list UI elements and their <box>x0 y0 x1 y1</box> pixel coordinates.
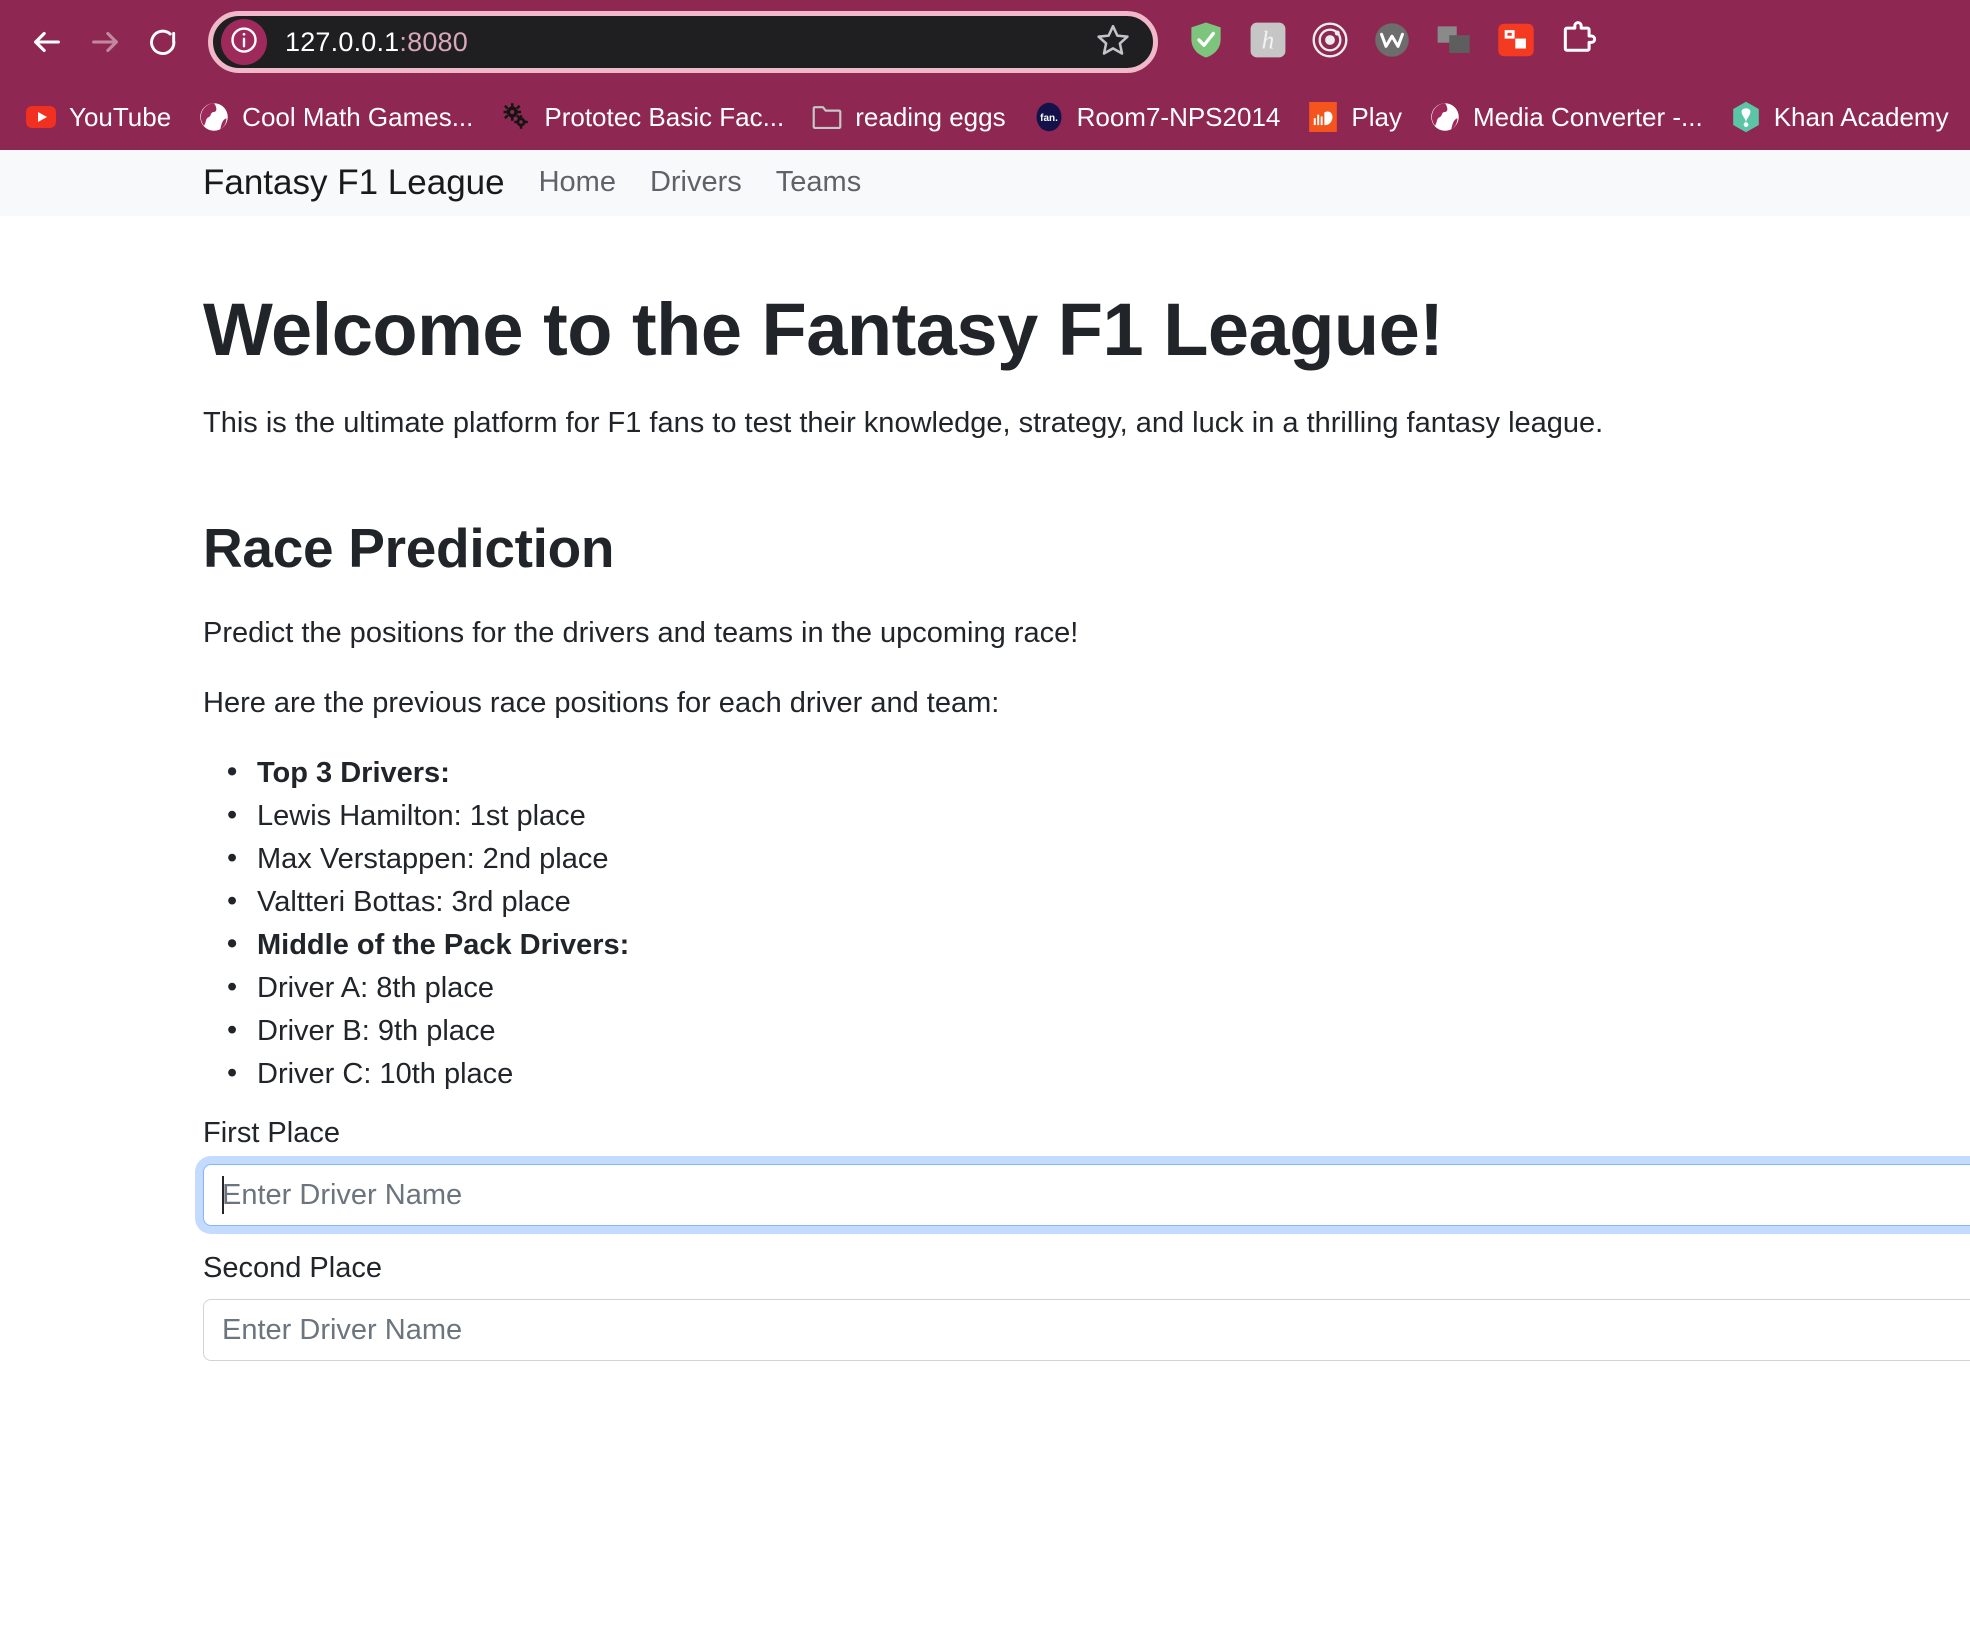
bookmark-label: Play <box>1351 101 1402 132</box>
honey-extension-button[interactable]: h <box>1248 22 1288 62</box>
list-item: Driver A: 8th place <box>227 971 1970 1005</box>
youtube-icon <box>26 102 56 132</box>
forward-arrow-icon <box>88 25 122 59</box>
globe-icon <box>1430 102 1460 132</box>
bookmark-khan-academy[interactable]: Khan Academy <box>1717 96 1963 139</box>
section-title-race-prediction: Race Prediction <box>203 517 615 580</box>
url-host: 127.0.0.1 <box>285 26 400 57</box>
list-item: Lewis Hamilton: 1st place <box>227 799 1970 833</box>
first-place-input[interactable] <box>203 1164 1970 1227</box>
nav-link-home[interactable]: Home <box>539 166 616 199</box>
address-bar[interactable]: 127.0.0.1:8080 <box>208 11 1158 73</box>
orbit-icon <box>1311 21 1349 64</box>
khan-academy-icon <box>1731 101 1761 133</box>
back-arrow-icon <box>30 25 64 59</box>
nav-link-drivers[interactable]: Drivers <box>650 166 742 199</box>
second-place-label: Second Place <box>203 1252 382 1285</box>
extensions-puzzle-button[interactable] <box>1558 20 1598 64</box>
site-navbar: Fantasy F1 League Home Drivers Teams <box>0 150 1970 216</box>
fan-icon: fan. <box>1034 102 1064 132</box>
site-brand[interactable]: Fantasy F1 League <box>203 163 505 203</box>
bookmark-label: Prototec Basic Fac... <box>544 101 785 132</box>
picture-in-picture-icon <box>1497 23 1535 62</box>
forward-button[interactable] <box>76 13 134 71</box>
soundcloud-icon <box>1308 102 1338 132</box>
list-item: Top 3 Drivers: <box>227 756 1970 790</box>
adguard-extension-button[interactable] <box>1186 21 1226 64</box>
bookmark-star-button[interactable] <box>1087 16 1139 68</box>
list-item: Middle of the Pack Drivers: <box>227 928 1970 962</box>
bookmark-media-converter[interactable]: Media Converter -... <box>1416 96 1717 139</box>
bookmark-cool-math-games[interactable]: Cool Math Games... <box>185 96 487 139</box>
section-description: Predict the positions for the drivers an… <box>203 617 1079 650</box>
wave-extension-button[interactable] <box>1372 22 1412 62</box>
globe-icon <box>199 102 229 132</box>
nav-link-teams[interactable]: Teams <box>776 166 861 199</box>
bookmark-label: YouTube <box>69 101 172 132</box>
honey-icon: h <box>1249 21 1287 64</box>
list-item: Valtteri Bottas: 3rd place <box>227 885 1970 919</box>
page-content: Welcome to the Fantasy F1 League! This i… <box>0 288 1970 1362</box>
bookmark-reading-eggs[interactable]: reading eggs <box>798 96 1019 139</box>
bookmark-play[interactable]: Play <box>1294 96 1416 139</box>
list-item: Driver C: 10th place <box>227 1057 1970 1091</box>
bookmark-label: Cool Math Games... <box>242 101 474 132</box>
folder-icon <box>812 102 842 132</box>
first-place-label: First Place <box>203 1117 340 1150</box>
browser-toolbar: 127.0.0.1:8080 h <box>0 0 1970 84</box>
list-item: Driver B: 9th place <box>227 1014 1970 1048</box>
orbit-extension-button[interactable] <box>1310 22 1350 62</box>
browser-chrome: 127.0.0.1:8080 h YouTube Cool Math Games… <box>0 0 1970 150</box>
window-overlay-extension-button[interactable] <box>1434 22 1474 62</box>
reload-button[interactable] <box>134 13 192 71</box>
site-info-button[interactable] <box>221 19 267 65</box>
back-button[interactable] <box>18 13 76 71</box>
url-port: :8080 <box>399 26 468 57</box>
wave-circle-icon <box>1373 21 1411 64</box>
previous-positions-list: Top 3 Drivers: Lewis Hamilton: 1st place… <box>203 756 1970 1091</box>
bookmark-youtube[interactable]: YouTube <box>12 96 185 139</box>
bookmarks-bar: YouTube Cool Math Games... Prototec Basi… <box>0 84 1970 150</box>
bookmark-label: Media Converter -... <box>1472 101 1703 132</box>
picture-in-picture-extension-button[interactable] <box>1496 22 1536 62</box>
page-title: Welcome to the Fantasy F1 League! <box>203 288 1444 371</box>
adguard-shield-icon <box>1188 21 1224 64</box>
extensions-puzzle-icon <box>1559 20 1597 64</box>
text-caret <box>222 1176 224 1215</box>
site-info-icon <box>229 25 259 60</box>
svg-text:h: h <box>1262 26 1275 54</box>
bookmark-label: Room7-NPS2014 <box>1076 101 1281 132</box>
gears-icon <box>501 102 531 132</box>
list-item: Max Verstappen: 2nd place <box>227 842 1970 876</box>
bookmark-label: Khan Academy <box>1773 101 1949 132</box>
bookmark-room7-nps2014[interactable]: fan. Room7-NPS2014 <box>1020 96 1295 139</box>
reload-icon <box>147 26 179 58</box>
second-place-input[interactable] <box>203 1299 1970 1362</box>
bookmark-label: reading eggs <box>855 101 1006 132</box>
first-place-input-shell <box>203 1164 1970 1227</box>
extension-icons: h <box>1186 20 1598 64</box>
star-icon <box>1095 22 1131 63</box>
list-intro-text: Here are the previous race positions for… <box>203 687 1000 720</box>
bookmark-prototec[interactable]: Prototec Basic Fac... <box>487 96 798 139</box>
url-text[interactable]: 127.0.0.1:8080 <box>285 27 1087 58</box>
svg-text:fan.: fan. <box>1040 113 1058 124</box>
form-group-first-place: First Place <box>203 1117 1970 1227</box>
form-group-second-place: Second Place <box>203 1252 1970 1362</box>
window-overlay-icon <box>1436 25 1472 60</box>
page-lead: This is the ultimate platform for F1 fan… <box>203 407 1604 440</box>
second-place-input-shell <box>203 1299 1970 1362</box>
